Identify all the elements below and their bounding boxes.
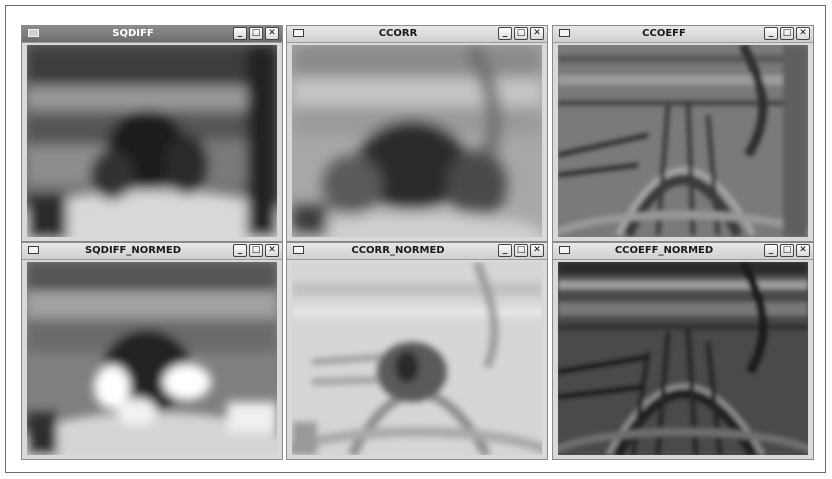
maximize-button[interactable]: □ xyxy=(514,244,528,257)
window-sqdiff-normed[interactable]: SQDIFF_NORMED _ □ ✕ xyxy=(21,242,283,460)
window-title: SQDIFF xyxy=(112,28,154,39)
maximize-button[interactable]: □ xyxy=(780,27,794,40)
titlebar[interactable]: CCOEFF _ □ ✕ xyxy=(553,26,813,43)
close-button[interactable]: ✕ xyxy=(530,244,544,257)
window-title: CCOEFF_NORMED xyxy=(614,245,714,256)
result-image xyxy=(292,45,542,237)
maximize-button[interactable]: □ xyxy=(249,244,263,257)
titlebar[interactable]: SQDIFF_NORMED _ □ ✕ xyxy=(22,243,282,260)
window-title: CCOEFF xyxy=(642,28,686,39)
result-image xyxy=(558,45,808,237)
minimize-button[interactable]: _ xyxy=(233,27,247,40)
window-menu-icon[interactable] xyxy=(28,29,39,37)
window-title: SQDIFF_NORMED xyxy=(84,245,182,256)
window-title: CCORR xyxy=(378,28,418,39)
titlebar[interactable]: CCORR _ □ ✕ xyxy=(287,26,547,43)
titlebar[interactable]: CCOEFF_NORMED _ □ ✕ xyxy=(553,243,813,260)
window-sqdiff[interactable]: SQDIFF _ □ ✕ xyxy=(21,25,283,242)
result-image xyxy=(27,45,277,237)
maximize-button[interactable]: □ xyxy=(514,27,528,40)
window-menu-icon[interactable] xyxy=(559,246,570,254)
maximize-button[interactable]: □ xyxy=(249,27,263,40)
window-ccorr[interactable]: CCORR _ □ ✕ xyxy=(286,25,548,242)
window-ccoeff[interactable]: CCOEFF _ □ ✕ xyxy=(552,25,814,242)
window-menu-icon[interactable] xyxy=(293,246,304,254)
figure-frame: SQDIFF _ □ ✕ CCORR _ □ ✕ CCOEFF _ □ ✕ SQ… xyxy=(5,5,826,473)
window-menu-icon[interactable] xyxy=(28,246,39,254)
result-image xyxy=(558,262,808,455)
minimize-button[interactable]: _ xyxy=(764,244,778,257)
window-menu-icon[interactable] xyxy=(559,29,570,37)
result-image xyxy=(292,262,542,455)
close-button[interactable]: ✕ xyxy=(265,244,279,257)
titlebar[interactable]: CCORR_NORMED _ □ ✕ xyxy=(287,243,547,260)
window-title: CCORR_NORMED xyxy=(351,245,445,256)
close-button[interactable]: ✕ xyxy=(265,27,279,40)
window-menu-icon[interactable] xyxy=(293,29,304,37)
minimize-button[interactable]: _ xyxy=(498,27,512,40)
minimize-button[interactable]: _ xyxy=(498,244,512,257)
maximize-button[interactable]: □ xyxy=(780,244,794,257)
close-button[interactable]: ✕ xyxy=(796,27,810,40)
window-ccorr-normed[interactable]: CCORR_NORMED _ □ ✕ xyxy=(286,242,548,460)
minimize-button[interactable]: _ xyxy=(764,27,778,40)
minimize-button[interactable]: _ xyxy=(233,244,247,257)
close-button[interactable]: ✕ xyxy=(796,244,810,257)
result-image xyxy=(27,262,277,455)
titlebar[interactable]: SQDIFF _ □ ✕ xyxy=(22,26,282,43)
window-ccoeff-normed[interactable]: CCOEFF_NORMED _ □ ✕ xyxy=(552,242,814,460)
close-button[interactable]: ✕ xyxy=(530,27,544,40)
